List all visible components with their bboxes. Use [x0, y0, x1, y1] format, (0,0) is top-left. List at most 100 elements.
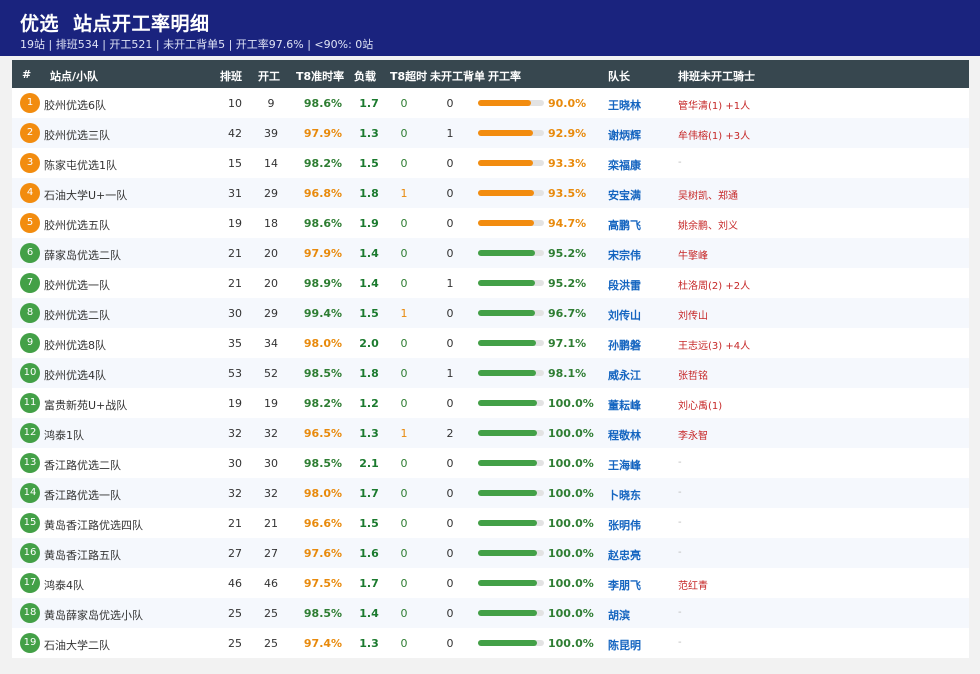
team-leader[interactable]: 王海峰: [608, 457, 641, 473]
table-row[interactable]: 10 胶州优选4队 53 52 98.5% 1.8 0 1 98.1% 威永江 张哲铭: [12, 358, 969, 388]
table-row[interactable]: 4 石油大学U+一队 31 29 96.8% 1.8 1 0 93.5% 安宝满 吴树凯、郑通: [12, 178, 969, 208]
scheduled-count: 35: [228, 337, 242, 350]
rate-bar-fill: [478, 550, 538, 556]
t8-ontime-rate: 98.0%: [303, 337, 343, 350]
load-value: 1.5: [359, 517, 379, 530]
team-leader[interactable]: 董耘峰: [608, 397, 641, 413]
started-count: 9: [267, 97, 275, 110]
table-row[interactable]: 5 胶州优选五队 19 18 98.6% 1.9 0 0 94.7% 高鹏飞 姚余鹏、刘义: [12, 208, 969, 238]
station-name: 胶州优选8队: [44, 339, 106, 352]
unstarted-count: 0: [446, 547, 454, 560]
start-rate: 100.0%: [548, 517, 594, 530]
rate-bar: [478, 190, 544, 196]
table-row[interactable]: 11 富贵新苑U+战队 19 19 98.2% 1.2 0 0 100.0% 董耘峰 刘心禹(1): [12, 388, 969, 418]
table-row[interactable]: 12 鸿泰1队 32 32 96.5% 1.3 1 2 100.0% 程敬林 李永智: [12, 418, 969, 448]
t8-overtime-count: 0: [400, 457, 408, 470]
start-rate: 100.0%: [548, 577, 594, 590]
table-row[interactable]: 3 陈家屯优选1队 15 14 98.2% 1.5 0 0 93.3% 栾福康 -: [12, 148, 969, 178]
table-row[interactable]: 15 黄岛香江路优选四队 21 21 96.6% 1.5 0 0 100.0% 张明伟 -: [12, 508, 969, 538]
unstarted-riders: -: [678, 457, 682, 468]
table-row[interactable]: 18 黄岛薛家岛优选小队 25 25 98.5% 1.4 0 0 100.0% 胡滨 -: [12, 598, 969, 628]
col-started: 开工: [258, 70, 280, 83]
table-row[interactable]: 7 胶州优选一队 21 20 98.9% 1.4 0 1 95.2% 段洪雷 杜洛周(2) +2人: [12, 268, 969, 298]
rate-bar: [478, 400, 544, 406]
rate-bar: [478, 610, 544, 616]
team-leader[interactable]: 威永江: [608, 367, 641, 383]
rank-badge: 10: [20, 363, 40, 383]
team-leader[interactable]: 安宝满: [608, 187, 641, 203]
t8-overtime-count: 0: [400, 337, 408, 350]
station-name: 石油大学U+一队: [44, 189, 128, 202]
rate-bar-fill: [478, 430, 538, 436]
load-value: 1.4: [359, 607, 379, 620]
t8-overtime-count: 0: [400, 547, 408, 560]
rank-badge: 16: [20, 543, 40, 563]
table-row[interactable]: 17 鸿泰4队 46 46 97.5% 1.7 0 0 100.0% 李朋飞 范红青: [12, 568, 969, 598]
t8-ontime-rate: 98.0%: [303, 487, 343, 500]
rank-badge: 14: [20, 483, 40, 503]
t8-ontime-rate: 98.2%: [303, 157, 343, 170]
col-name: 站点/小队: [50, 70, 99, 83]
load-value: 1.7: [359, 577, 379, 590]
table-row[interactable]: 1 胶州优选6队 10 9 98.6% 1.7 0 0 90.0% 王晓林 管华清(1) +1人: [12, 88, 969, 118]
t8-overtime-count: 0: [400, 277, 408, 290]
rate-bar: [478, 490, 544, 496]
team-leader[interactable]: 李朋飞: [608, 577, 641, 593]
team-leader[interactable]: 卜晓东: [608, 487, 641, 503]
rate-bar-fill: [478, 580, 538, 586]
station-name: 胶州优选6队: [44, 99, 106, 112]
table-row[interactable]: 14 香江路优选一队 32 32 98.0% 1.7 0 0 100.0% 卜晓东 -: [12, 478, 969, 508]
table-row[interactable]: 13 香江路优选二队 30 30 98.5% 2.1 0 0 100.0% 王海峰 -: [12, 448, 969, 478]
unstarted-riders: 王志远(3) +4人: [678, 341, 751, 352]
table-row[interactable]: 6 薛家岛优选二队 21 20 97.9% 1.4 0 0 95.2% 宋宗伟 牛擎峰: [12, 238, 969, 268]
t8-ontime-rate: 97.4%: [303, 637, 343, 650]
start-rate: 94.7%: [548, 217, 587, 230]
load-value: 1.8: [359, 187, 379, 200]
station-name: 石油大学二队: [44, 639, 110, 652]
team-leader[interactable]: 陈昆明: [608, 637, 641, 653]
start-rate: 97.1%: [548, 337, 587, 350]
start-rate: 100.0%: [548, 607, 594, 620]
team-leader[interactable]: 孙鹏磐: [608, 337, 641, 353]
rate-bar: [478, 250, 544, 256]
team-leader[interactable]: 刘传山: [608, 307, 641, 323]
table-row[interactable]: 16 黄岛香江路五队 27 27 97.6% 1.6 0 0 100.0% 赵忠亮 -: [12, 538, 969, 568]
t8-ontime-rate: 98.5%: [303, 457, 343, 470]
table-row[interactable]: 9 胶州优选8队 35 34 98.0% 2.0 0 0 97.1% 孙鹏磐 王志远(3) +4人: [12, 328, 969, 358]
t8-overtime-count: 1: [400, 307, 408, 320]
team-leader[interactable]: 宋宗伟: [608, 247, 641, 263]
rank-badge: 9: [20, 333, 40, 353]
team-leader[interactable]: 王晓林: [608, 97, 641, 113]
load-value: 1.7: [359, 487, 379, 500]
table-row[interactable]: 19 石油大学二队 25 25 97.4% 1.3 0 0 100.0% 陈昆明 -: [12, 628, 969, 658]
load-value: 1.4: [359, 247, 379, 260]
scheduled-count: 21: [228, 277, 242, 290]
start-rate: 100.0%: [548, 427, 594, 440]
team-leader[interactable]: 胡滨: [608, 607, 630, 623]
table-row[interactable]: 2 胶州优选三队 42 39 97.9% 1.3 0 1 92.9% 谢炳辉 牟伟榕(1) +3人: [12, 118, 969, 148]
t8-overtime-count: 1: [400, 187, 408, 200]
team-leader[interactable]: 栾福康: [608, 157, 641, 173]
team-leader[interactable]: 程敬林: [608, 427, 641, 443]
team-leader[interactable]: 高鹏飞: [608, 217, 641, 233]
table-row[interactable]: 8 胶州优选二队 30 29 99.4% 1.5 1 0 96.7% 刘传山 刘传山: [12, 298, 969, 328]
rate-bar-fill: [478, 280, 535, 286]
team-leader[interactable]: 谢炳辉: [608, 127, 641, 143]
rate-bar: [478, 580, 544, 586]
station-name: 胶州优选一队: [44, 279, 110, 292]
team-leader[interactable]: 赵忠亮: [608, 547, 641, 563]
team-leader[interactable]: 段洪雷: [608, 277, 641, 293]
team-leader[interactable]: 张明伟: [608, 517, 641, 533]
scheduled-count: 21: [228, 517, 242, 530]
summary-line: 19站 | 排班534 | 开工521 | 未开工背单5 | 开工率97.6% …: [20, 38, 374, 51]
scheduled-count: 27: [228, 547, 242, 560]
started-count: 46: [264, 577, 278, 590]
station-name: 胶州优选三队: [44, 129, 110, 142]
title-main: 站点开工率明细: [73, 13, 210, 35]
rank-badge: 8: [20, 303, 40, 323]
rate-bar-fill: [478, 400, 538, 406]
unstarted-riders: 张哲铭: [678, 371, 708, 382]
scheduled-count: 19: [228, 397, 242, 410]
rank-badge: 6: [20, 243, 40, 263]
rank-badge: 17: [20, 573, 40, 593]
